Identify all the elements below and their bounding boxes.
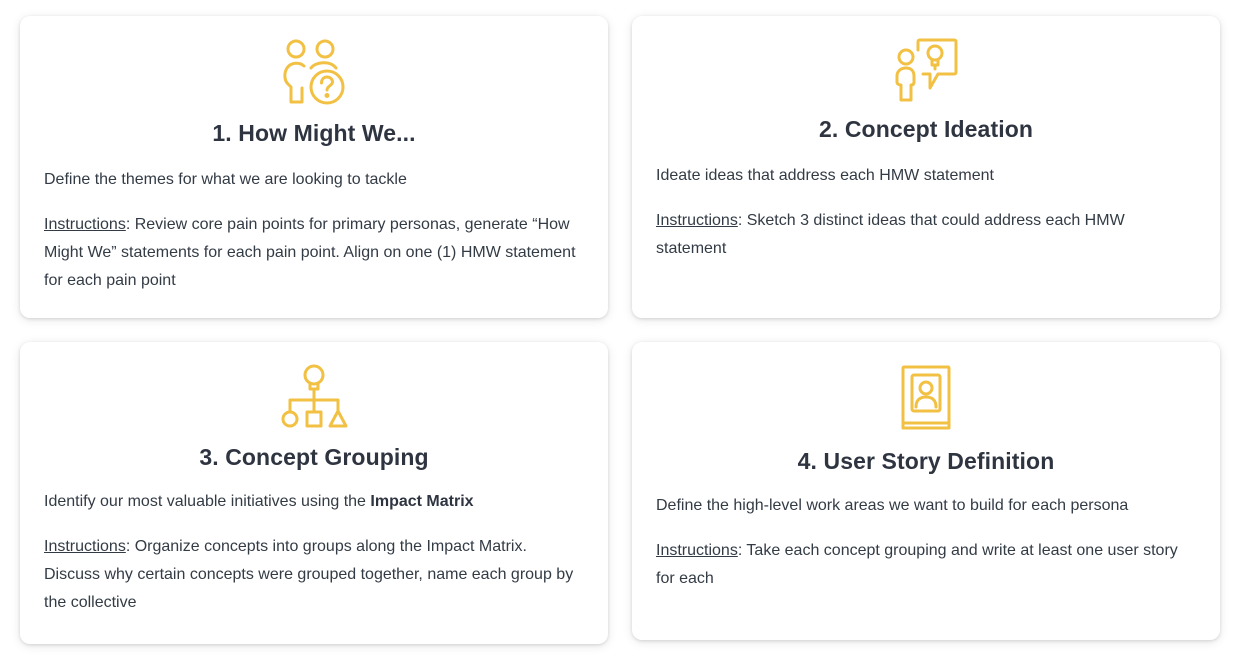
card-title: 2. Concept Ideation (818, 116, 1034, 142)
person-idea-bubble-icon (892, 36, 960, 104)
instructions-label: Instructions (656, 212, 738, 229)
user-book-icon (898, 364, 954, 432)
card-instructions: Instructions: Organize concepts into gro… (44, 533, 580, 617)
card-description: Ideate ideas that address each HMW state… (656, 167, 994, 184)
hierarchy-shapes-icon (280, 362, 348, 430)
card-concept-grouping: 3. Concept Grouping Identify our most va… (20, 342, 608, 644)
card-instructions: Instructions: Review core pain points fo… (44, 211, 580, 295)
card-title: 4. User Story Definition (797, 448, 1055, 474)
card-title: 3. Concept Grouping (199, 444, 429, 470)
card-description: Identify our most valuable initiatives u… (44, 488, 584, 516)
card-title: 1. How Might We... (212, 120, 416, 146)
description-text: Identify our most valuable initiatives u… (44, 493, 371, 510)
instructions-label: Instructions (44, 216, 126, 233)
instructions-label: Instructions (656, 542, 738, 559)
card-user-story-definition: 4. User Story Definition Define the high… (632, 342, 1220, 640)
card-instructions: Instructions: Sketch 3 distinct ideas th… (656, 207, 1192, 263)
people-question-icon (280, 38, 348, 106)
card-instructions: Instructions: Take each concept grouping… (656, 537, 1192, 593)
card-concept-ideation: 2. Concept Ideation Ideate ideas that ad… (632, 16, 1220, 318)
card-description: Define the high-level work areas we want… (656, 497, 1129, 514)
impact-matrix-emphasis: Impact Matrix (370, 493, 474, 510)
card-description: Define the themes for what we are lookin… (44, 171, 407, 188)
card-how-might-we: 1. How Might We... Define the themes for… (20, 16, 608, 318)
instructions-label: Instructions (44, 538, 126, 555)
